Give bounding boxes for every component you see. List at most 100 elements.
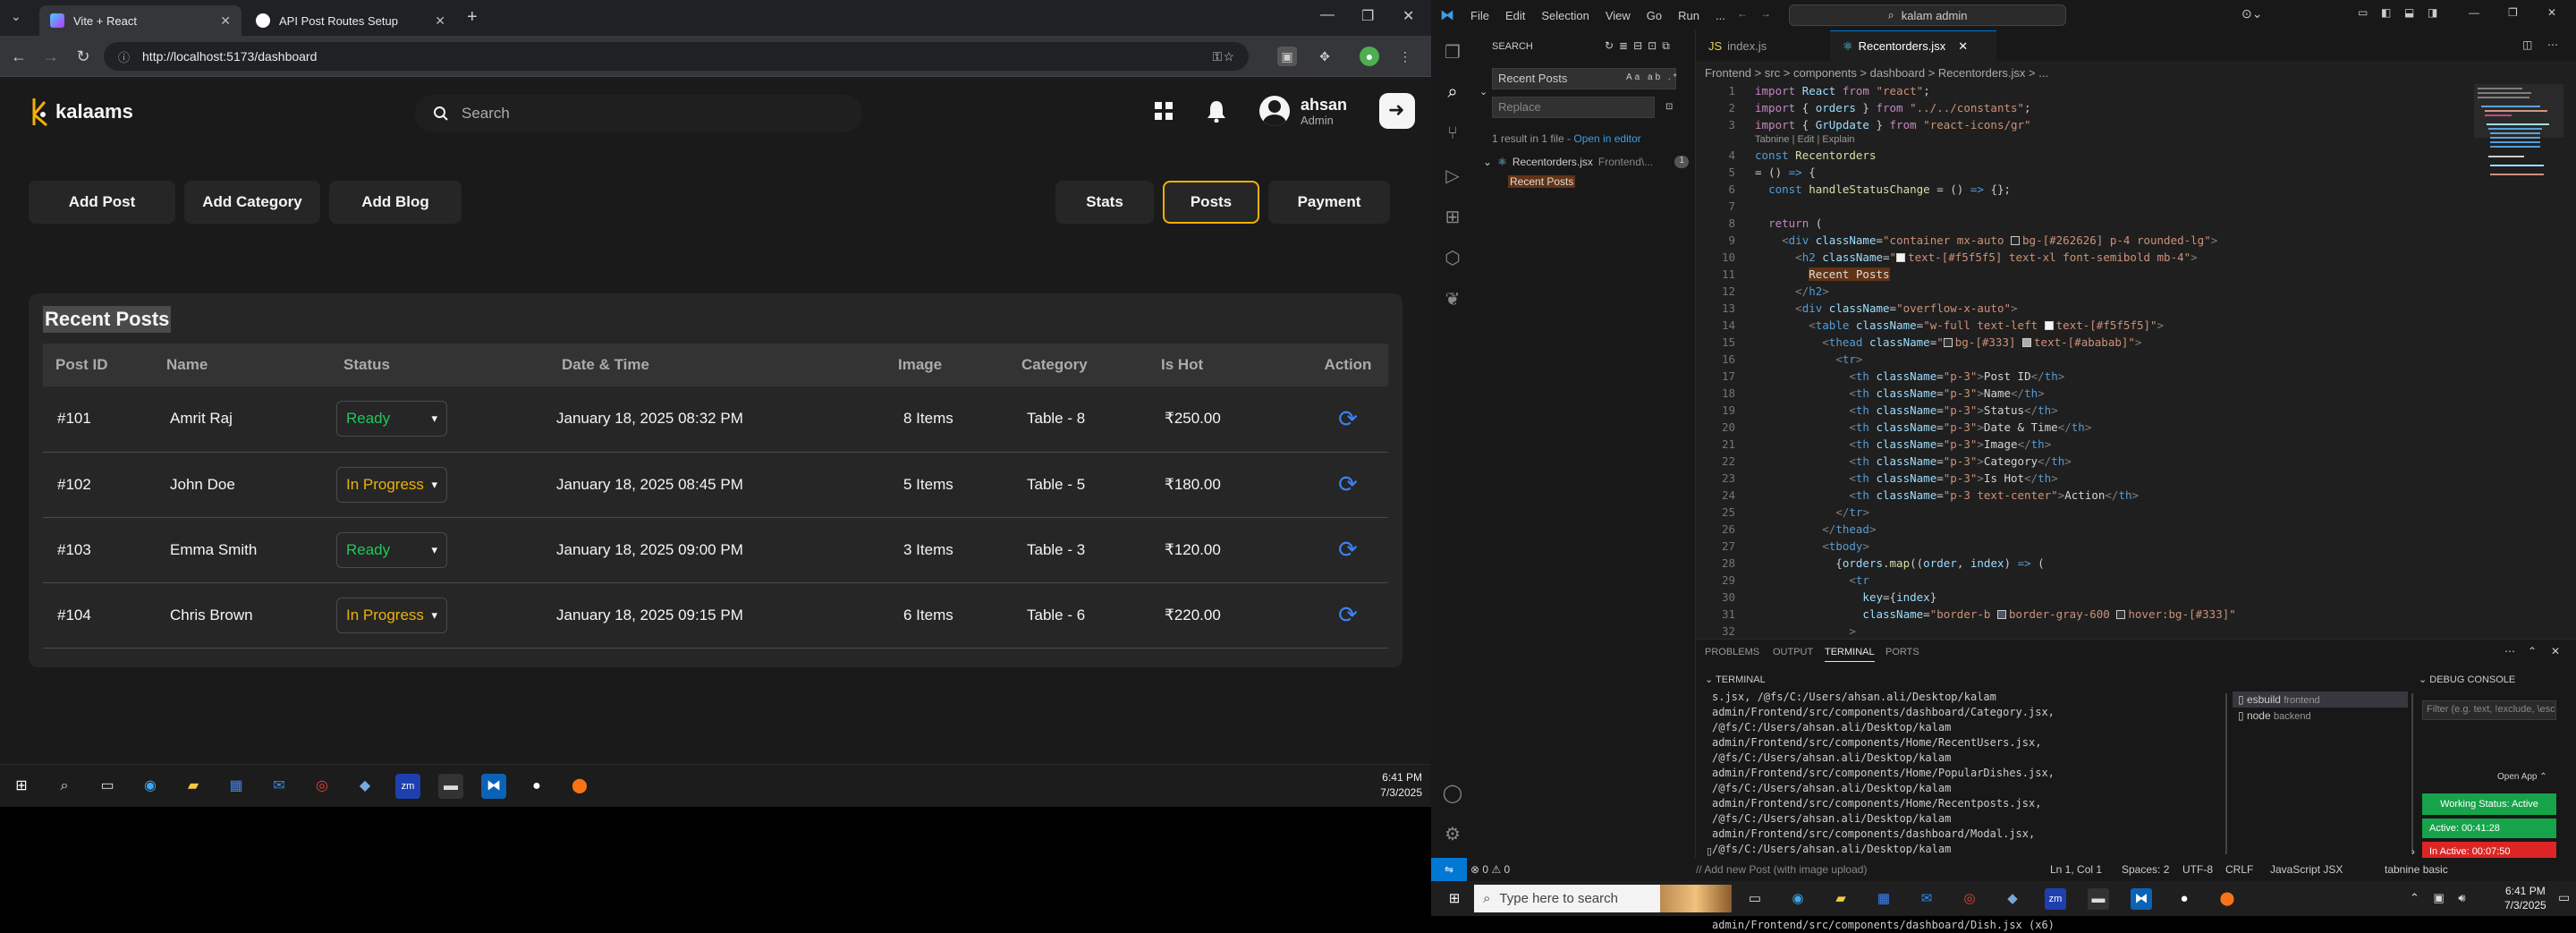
- mail-icon[interactable]: ✉: [1916, 888, 1937, 910]
- chrome-menu-icon[interactable]: ⋮: [1395, 47, 1415, 66]
- minimap[interactable]: [2474, 84, 2563, 227]
- app-icon[interactable]: ◆: [352, 774, 377, 799]
- taskbar-clock[interactable]: 6:41 PM 7/3/2025: [1380, 770, 1422, 801]
- refresh-icon[interactable]: ⟳: [1338, 471, 1358, 497]
- app-circle-icon[interactable]: ●: [524, 774, 549, 799]
- user-profile[interactable]: ahsan Admin: [1259, 96, 1347, 127]
- menu-more[interactable]: ...: [1716, 9, 1725, 22]
- forward-icon[interactable]: →: [41, 47, 61, 66]
- replace-input[interactable]: Replace: [1492, 97, 1655, 118]
- maximize-icon[interactable]: ❐: [1361, 7, 1374, 25]
- logout-icon[interactable]: [1379, 93, 1416, 129]
- extensions-icon[interactable]: ⊞: [1442, 206, 1463, 227]
- add-category-button[interactable]: Add Category: [184, 181, 320, 224]
- match-options-icon[interactable]: Aa ab .*: [1626, 72, 1680, 82]
- remote-indicator-icon[interactable]: ⇋: [1431, 858, 1467, 881]
- minimize-icon[interactable]: —: [2469, 6, 2479, 19]
- result-match[interactable]: Recent Posts: [1508, 175, 1576, 188]
- task-view-icon[interactable]: ▭: [1744, 888, 1766, 910]
- minimize-icon[interactable]: —: [1320, 7, 1335, 23]
- tab-recentorders[interactable]: ⚛ Recentorders.jsx ✕: [1830, 30, 1996, 61]
- zoom-icon[interactable]: zm: [2045, 888, 2066, 910]
- explorer-icon[interactable]: ❐: [1442, 41, 1463, 63]
- copilot-icon[interactable]: ⊙⌄: [2241, 6, 2262, 21]
- eol[interactable]: CRLF: [2225, 863, 2253, 876]
- gear-icon[interactable]: ⚙: [1442, 823, 1463, 844]
- panel-tab-problems[interactable]: PROBLEMS: [1705, 647, 1759, 657]
- close-icon[interactable]: ✕: [435, 13, 445, 29]
- close-icon[interactable]: ✕: [2551, 645, 2560, 657]
- status-select[interactable]: In Progress ▾: [336, 466, 447, 503]
- search-icon[interactable]: ⌕: [1442, 82, 1463, 104]
- store-icon[interactable]: ▦: [224, 774, 249, 799]
- remote-icon[interactable]: ⬡: [1442, 247, 1463, 268]
- app-circle-icon[interactable]: ●: [2174, 888, 2195, 910]
- tab-payment[interactable]: Payment: [1268, 181, 1390, 224]
- taskbar-clock[interactable]: 6:41 PM 7/3/2025: [2504, 884, 2546, 912]
- account-icon[interactable]: ◯: [1442, 782, 1463, 803]
- zoom-icon[interactable]: zm: [395, 774, 420, 799]
- profile-avatar-icon[interactable]: ●: [1360, 47, 1379, 66]
- toggle-panel-icon[interactable]: ⬓: [2404, 6, 2414, 19]
- indentation[interactable]: Spaces: 2: [2122, 863, 2169, 876]
- source-control-icon[interactable]: ⑂: [1442, 123, 1463, 145]
- mail-icon[interactable]: ✉: [267, 774, 292, 799]
- password-key-icon[interactable]: ⚿: [1208, 47, 1227, 66]
- maximize-panel-icon[interactable]: ⌃: [2528, 645, 2537, 657]
- grid-icon[interactable]: [1154, 101, 1174, 121]
- menu-selection[interactable]: Selection: [1541, 9, 1589, 22]
- menu-file[interactable]: File: [1470, 9, 1489, 22]
- extension-icon[interactable]: ▣: [1277, 47, 1297, 66]
- breadcrumb[interactable]: Frontend > src > components > dashboard …: [1705, 66, 2048, 80]
- terminal-item-esbuild[interactable]: ▯ esbuild frontend: [2233, 691, 2408, 708]
- tab-posts[interactable]: Posts: [1163, 181, 1259, 224]
- cursor-position[interactable]: Ln 1, Col 1: [2050, 863, 2102, 876]
- panel-tab-terminal[interactable]: TERMINAL: [1825, 647, 1875, 662]
- chrome-icon[interactable]: ◎: [309, 774, 335, 799]
- search-actions-icon[interactable]: ↻≣⊟⊡⧉: [1605, 39, 1675, 53]
- close-window-icon[interactable]: ✕: [1402, 7, 1414, 25]
- panel-tab-ports[interactable]: PORTS: [1885, 647, 1919, 657]
- menu-run[interactable]: Run: [1678, 9, 1699, 22]
- site-info-icon[interactable]: ⓘ: [118, 48, 130, 65]
- toggle-secondary-icon[interactable]: ◨: [2428, 6, 2437, 19]
- mongodb-leaf-icon[interactable]: ❦: [1442, 288, 1463, 310]
- bell-icon[interactable]: [1206, 99, 1227, 123]
- store-icon[interactable]: ▦: [1873, 888, 1894, 910]
- refresh-icon[interactable]: ⟳: [1338, 405, 1358, 432]
- vscode-icon[interactable]: ⧓: [481, 774, 506, 799]
- debug-filter-input[interactable]: Filter (e.g. text, !exclude, \esca...: [2422, 700, 2556, 720]
- file-explorer-icon[interactable]: ▰: [1830, 888, 1852, 910]
- menu-go[interactable]: Go: [1647, 9, 1662, 22]
- split-editor-icon[interactable]: ◫: [2522, 38, 2532, 51]
- forward-icon[interactable]: →: [1760, 7, 1771, 20]
- status-select[interactable]: In Progress ▾: [336, 597, 447, 633]
- file-explorer-icon[interactable]: ▰: [181, 774, 206, 799]
- toggle-sidebar-icon[interactable]: ◧: [2381, 6, 2391, 19]
- logo[interactable]: kalaams: [30, 95, 133, 129]
- menu-view[interactable]: View: [1606, 9, 1631, 22]
- terminal-icon[interactable]: ▬: [438, 774, 463, 799]
- close-icon[interactable]: ✕: [220, 13, 231, 29]
- postman-icon[interactable]: ⬤: [567, 774, 592, 799]
- chrome-icon[interactable]: ◎: [1959, 888, 1980, 910]
- close-icon[interactable]: ✕: [1958, 39, 1968, 54]
- tabnine-status[interactable]: tabnine basic: [2385, 863, 2448, 876]
- open-app-label[interactable]: Open App ⌃: [2497, 772, 2547, 782]
- result-file[interactable]: ⌄ ⚛ Recentorders.jsx Frontend\... 1: [1483, 156, 1689, 168]
- chevron-right-icon[interactable]: ›: [2411, 845, 2415, 858]
- tab-vite-react[interactable]: Vite + React ✕: [39, 5, 242, 36]
- layout-icon[interactable]: ▭: [2358, 6, 2368, 19]
- new-tab-icon[interactable]: +: [467, 7, 478, 28]
- notifications-icon[interactable]: ▭: [2558, 890, 2570, 905]
- windows-start-icon[interactable]: ⊞: [1444, 888, 1465, 910]
- task-view-icon[interactable]: ▭: [95, 774, 120, 799]
- refresh-icon[interactable]: ⟳: [1338, 536, 1358, 563]
- system-tray-icon[interactable]: ⌃ ▣ 🔊︎: [2410, 891, 2471, 905]
- language-mode[interactable]: JavaScript JSX: [2270, 863, 2343, 876]
- problems-count[interactable]: ⊗ 0 ⚠ 0: [1470, 863, 1510, 876]
- more-actions-icon[interactable]: ⋯: [2504, 645, 2515, 657]
- menu-edit[interactable]: Edit: [1505, 9, 1525, 22]
- search-input[interactable]: Search: [415, 95, 862, 132]
- add-blog-button[interactable]: Add Blog: [329, 181, 462, 224]
